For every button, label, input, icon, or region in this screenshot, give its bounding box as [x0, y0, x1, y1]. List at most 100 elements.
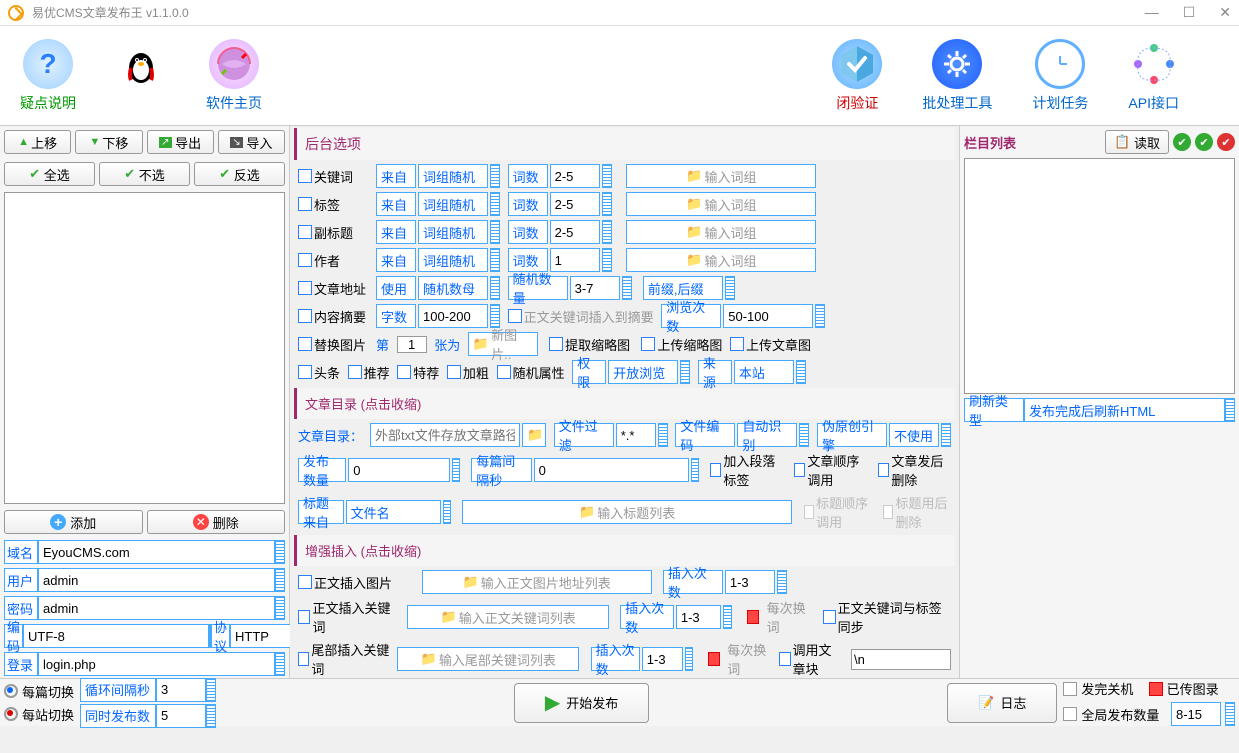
refresh-type-select[interactable]: 发布完成后刷新HTML: [1024, 398, 1225, 422]
title-from-select[interactable]: 文件名: [346, 500, 441, 524]
img-list-button[interactable]: 📁输入正文图片地址列表: [422, 570, 652, 594]
summary-checkbox[interactable]: [298, 309, 312, 323]
tag-source-select[interactable]: 词组随机: [418, 192, 488, 216]
delete-button[interactable]: ✕删除: [147, 510, 286, 534]
green-ok-button[interactable]: ✔: [1173, 133, 1191, 151]
move-up-button[interactable]: ▲上移: [4, 130, 71, 154]
kw-tag-sync-checkbox[interactable]: [823, 610, 835, 624]
summary-chars-input[interactable]: [423, 309, 483, 324]
per-site-radio[interactable]: [4, 707, 18, 721]
order-adjust-checkbox[interactable]: [794, 463, 805, 477]
dir-section-header[interactable]: 文章目录 (点击收缩): [294, 388, 955, 419]
browse-dir-button[interactable]: 📁: [522, 423, 546, 447]
subtitle-phrase-button[interactable]: 📁输入词组: [626, 220, 816, 244]
export-button[interactable]: ↗ 导出: [147, 130, 214, 154]
homepage-button[interactable]: 软件主页: [206, 39, 262, 113]
grip-icon[interactable]: [275, 540, 285, 564]
help-button[interactable]: ? 疑点说明: [20, 39, 76, 113]
backend-section-header[interactable]: 后台选项: [294, 128, 955, 160]
keyword-count-input[interactable]: [555, 169, 595, 184]
file-filter-input[interactable]: [621, 428, 651, 443]
source-select[interactable]: 本站: [734, 360, 794, 384]
headline-checkbox[interactable]: [298, 365, 312, 379]
log-button[interactable]: 📝日志: [947, 683, 1057, 723]
keyword-phrase-button[interactable]: 📁输入词组: [626, 164, 816, 188]
encode-input[interactable]: [23, 624, 209, 648]
tail-kw-checkbox[interactable]: [298, 652, 309, 666]
author-phrase-button[interactable]: 📁输入词组: [626, 248, 816, 272]
url-count-input[interactable]: [575, 281, 615, 296]
call-block-checkbox[interactable]: [779, 652, 790, 666]
user-input[interactable]: [38, 568, 275, 592]
url-checkbox[interactable]: [298, 281, 312, 295]
move-down-button[interactable]: ▼下移: [75, 130, 142, 154]
shutdown-checkbox[interactable]: [1063, 682, 1077, 696]
pub-count-input[interactable]: [353, 463, 445, 478]
subtitle-count-input[interactable]: [555, 225, 595, 240]
pass-input[interactable]: [38, 596, 275, 620]
interval-input[interactable]: [539, 463, 684, 478]
perm-select[interactable]: 开放浏览: [608, 360, 678, 384]
select-all-button[interactable]: ✔ 全选: [4, 162, 95, 186]
domain-input[interactable]: [38, 540, 275, 564]
insert-kw-checkbox[interactable]: [298, 610, 310, 624]
new-img-button[interactable]: 📁新图片..: [468, 332, 538, 356]
recommend-checkbox[interactable]: [348, 365, 362, 379]
rand-attr-checkbox[interactable]: [497, 365, 511, 379]
replace-img-checkbox[interactable]: [298, 337, 312, 351]
tag-phrase-button[interactable]: 📁输入词组: [626, 192, 816, 216]
kw-list-button[interactable]: 📁输入正文关键词列表: [407, 605, 609, 629]
insert-kw-summary-checkbox[interactable]: [508, 309, 522, 323]
maximize-button[interactable]: ☐: [1183, 4, 1196, 21]
green-ok-button-2[interactable]: ✔: [1195, 133, 1213, 151]
global-count-checkbox[interactable]: [1063, 707, 1077, 721]
import-button[interactable]: ↘ 导入: [218, 130, 285, 154]
dir-path-input[interactable]: [375, 428, 515, 443]
minimize-button[interactable]: —: [1145, 4, 1159, 21]
tag-checkbox[interactable]: [298, 197, 312, 211]
para-tag-checkbox[interactable]: [710, 463, 721, 477]
keyword-checkbox[interactable]: [298, 169, 312, 183]
login-input[interactable]: [38, 652, 275, 676]
add-button[interactable]: +添加: [4, 510, 143, 534]
read-button[interactable]: 📋 读取: [1105, 130, 1169, 154]
orig-engine-select[interactable]: 不使用: [889, 423, 939, 447]
upload-article-img-checkbox[interactable]: [730, 337, 744, 351]
kw-insert-count-input[interactable]: [681, 610, 716, 625]
upload-thumb-checkbox[interactable]: [641, 337, 655, 351]
qq-button[interactable]: [116, 41, 166, 111]
red-cancel-button[interactable]: ✔: [1217, 133, 1235, 151]
featured-checkbox[interactable]: [397, 365, 411, 379]
delete-after-checkbox[interactable]: [878, 463, 889, 477]
batch-button[interactable]: 批处理工具: [922, 39, 992, 113]
bold-checkbox[interactable]: [447, 365, 461, 379]
loop-interval-input[interactable]: [161, 682, 201, 697]
title-list-button[interactable]: 📁输入标题列表: [462, 500, 792, 524]
start-publish-button[interactable]: ▶开始发布: [514, 683, 649, 723]
newline-each-checkbox-1[interactable]: [747, 610, 759, 624]
newline-each-checkbox-2[interactable]: [708, 652, 719, 666]
insert-img-checkbox[interactable]: [298, 575, 312, 589]
view-count-input[interactable]: [728, 309, 808, 324]
url-use-select[interactable]: 随机数母: [418, 276, 488, 300]
schedule-button[interactable]: 计划任务: [1032, 39, 1088, 113]
api-button[interactable]: API接口: [1128, 39, 1179, 113]
tag-count-input[interactable]: [555, 197, 595, 212]
close-button[interactable]: ✕: [1219, 4, 1231, 21]
keyword-source-select[interactable]: 词组随机: [418, 164, 488, 188]
block-input[interactable]: [851, 649, 951, 670]
verify-button[interactable]: 闭验证: [832, 39, 882, 113]
file-encode-select[interactable]: 自动识别: [737, 423, 797, 447]
concurrent-input[interactable]: [161, 708, 201, 723]
site-list[interactable]: [4, 192, 285, 504]
global-count-input[interactable]: [1176, 707, 1216, 722]
nth-input[interactable]: [397, 336, 427, 353]
invert-button[interactable]: ✔ 反选: [194, 162, 285, 186]
author-source-select[interactable]: 词组随机: [418, 248, 488, 272]
author-checkbox[interactable]: [298, 253, 312, 267]
per-article-radio[interactable]: [4, 684, 18, 698]
deselect-button[interactable]: ✔ 不选: [99, 162, 190, 186]
tail-kw-list-button[interactable]: 📁输入尾部关键词列表: [397, 647, 579, 671]
tail-kw-count-input[interactable]: [647, 652, 678, 667]
title-order-checkbox[interactable]: [804, 505, 815, 519]
